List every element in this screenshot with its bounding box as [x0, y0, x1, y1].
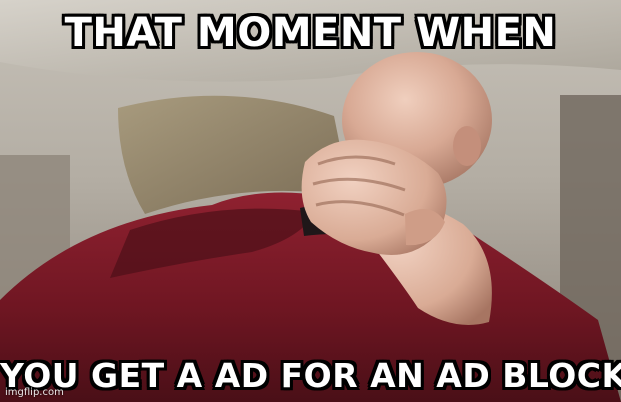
- bottom-caption: YOU GET A AD FOR AN AD BLOCKER: [0, 356, 621, 395]
- imgflip-watermark: imgflip.com: [5, 387, 64, 398]
- facepalm-photo: [0, 0, 621, 402]
- meme-image: THAT MOMENT WHEN YOU GET A AD FOR AN AD …: [0, 0, 621, 402]
- top-caption: THAT MOMENT WHEN: [64, 10, 557, 56]
- ear: [453, 126, 481, 166]
